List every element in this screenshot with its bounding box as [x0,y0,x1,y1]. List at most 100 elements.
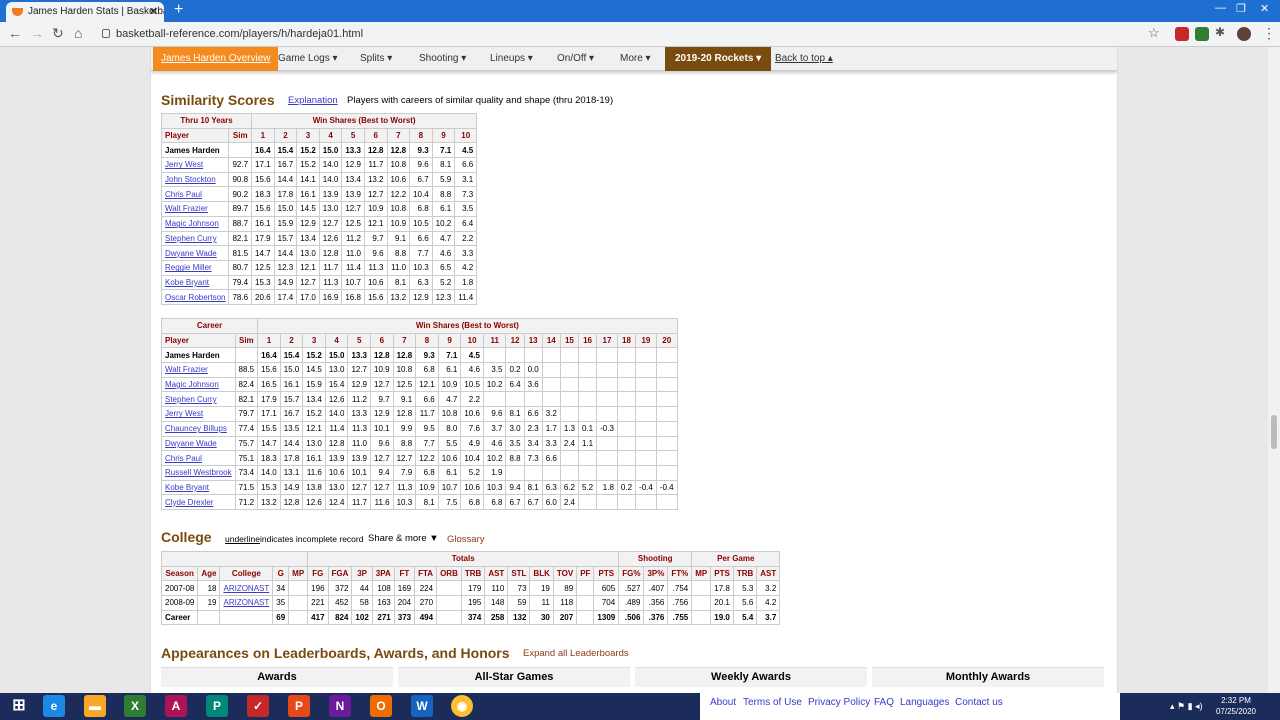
chrome-icon[interactable]: ◉ [451,695,473,717]
column-header[interactable]: 5 [347,332,372,349]
column-header[interactable]: 8 [409,127,433,144]
column-header[interactable]: PF [576,565,595,582]
nav-lineups[interactable]: Lineups ▾ [490,47,533,71]
column-header[interactable]: 3 [296,127,320,144]
word-icon[interactable]: W [411,695,433,717]
back-icon[interactable]: ← [8,25,22,41]
column-header[interactable]: FTA [414,565,438,582]
column-header[interactable]: 9 [437,332,462,349]
college-link[interactable]: ARIZONAST [219,580,274,597]
column-header[interactable]: 18 [616,332,637,349]
explanation-link[interactable]: Explanation [288,95,338,106]
column-header[interactable]: Season [160,565,199,582]
player-link[interactable]: Dwyane Wade [160,245,230,261]
nav-team[interactable]: 2019-20 Rockets ▾ [665,47,772,71]
column-header[interactable]: 16 [577,332,598,349]
address-bar[interactable]: basketball-reference.com/players/h/harde… [100,25,1160,44]
player-link[interactable]: Jerry West [161,406,236,422]
player-link[interactable]: Russell Westbrook [161,464,236,481]
column-header[interactable]: Sim [234,332,259,349]
player-link[interactable]: Clyde Drexler [161,494,236,510]
column-header[interactable]: Sim [228,127,253,144]
column-header[interactable]: STL [507,565,531,582]
nav-splits[interactable]: Splits ▾ [360,47,392,71]
expand-leaderboards-link[interactable]: Expand all Leaderboards [523,648,629,659]
player-link[interactable]: Walt Frazier [161,362,236,378]
publisher-icon[interactable]: P [206,695,228,717]
column-header[interactable]: MP [691,565,712,582]
nav-onoff[interactable]: On/Off ▾ [557,47,594,71]
share-more-button[interactable]: Share & more ▼ [368,533,439,544]
college-link[interactable]: ARIZONAST [219,595,274,611]
column-header[interactable]: 4 [318,127,343,144]
menu-dots-icon[interactable]: ⋮ [1262,25,1276,42]
reload-icon[interactable]: ↻ [52,25,64,42]
player-link[interactable]: Jerry West [160,157,230,173]
player-link[interactable]: Stephen Curry [161,391,236,408]
player-link[interactable]: Magic Johnson [160,215,230,232]
new-tab-icon[interactable]: + [174,1,183,19]
column-header[interactable]: 3P% [643,565,669,582]
footer-faq[interactable]: FAQ [874,697,894,708]
player-link[interactable]: Chauncey Billups [161,420,236,437]
ie-icon[interactable]: e [43,695,65,717]
player-link[interactable]: Stephen Curry [160,230,230,247]
excel-icon[interactable]: X [124,695,146,717]
onenote-icon[interactable]: N [329,695,351,717]
profile-avatar-icon[interactable] [1237,27,1251,41]
access-icon[interactable]: A [165,695,187,717]
column-header[interactable]: 2 [273,127,298,144]
column-header[interactable]: TOV [552,565,578,582]
file-explorer-icon[interactable]: ▬ [84,695,106,717]
player-link[interactable]: Oscar Robertson [160,289,230,305]
adblock-extension-icon[interactable] [1175,27,1189,41]
home-icon[interactable]: ⌂ [74,25,82,41]
column-header[interactable]: 1 [257,332,281,349]
column-header[interactable]: FT% [667,565,693,582]
column-header[interactable]: 4 [324,332,349,349]
column-header[interactable]: ORB [436,565,462,582]
footer-languages[interactable]: Languages [900,697,950,708]
column-header[interactable]: TRB [732,565,758,582]
check-extension-icon[interactable] [1195,27,1209,41]
column-header[interactable]: 19 [635,332,657,349]
scrollbar-thumb[interactable] [1271,415,1277,449]
minimize-icon[interactable]: — [1215,2,1226,14]
forward-icon[interactable]: → [30,25,44,41]
monthly-awards-tab[interactable]: Monthly Awards [872,667,1104,687]
system-tray-icons[interactable]: ▴ ⚑ ▮ ◂) [1170,701,1203,712]
close-tab-icon[interactable]: ✕ [149,2,158,22]
glossary-link[interactable]: Glossary [447,534,484,545]
allstar-tab[interactable]: All-Star Games [398,667,630,687]
column-header[interactable]: PTS [710,565,734,582]
player-link[interactable]: John Stockton [160,171,230,188]
column-header[interactable]: 13 [523,332,543,349]
nav-overview[interactable]: James Harden Overview [153,47,279,71]
column-header[interactable]: 9 [431,127,456,144]
column-header[interactable]: 5 [341,127,365,144]
column-header[interactable]: 7 [386,127,411,144]
column-header[interactable]: 15 [559,332,579,349]
restore-icon[interactable]: ❐ [1236,2,1246,15]
player-link[interactable]: Chris Paul [161,450,236,466]
column-header[interactable]: 10 [454,127,478,144]
column-header[interactable]: 3 [302,332,326,349]
column-header[interactable]: 17 [596,332,618,349]
browser-tab[interactable]: James Harden Stats | Basketball-R ✕ [6,2,164,22]
column-header[interactable]: Player [160,127,230,144]
column-header[interactable]: 3PA [371,565,395,582]
column-header[interactable]: 8 [415,332,439,349]
red-app-icon[interactable]: ✓ [247,695,269,717]
player-link[interactable]: Magic Johnson [161,376,236,393]
player-link[interactable]: Dwyane Wade [161,435,236,452]
column-header[interactable]: 11 [482,332,507,349]
column-header[interactable]: College [219,565,274,582]
player-link[interactable]: Kobe Bryant [160,274,230,291]
column-header[interactable]: 2 [279,332,304,349]
column-header[interactable]: FGA [327,565,353,582]
column-header[interactable]: TRB [460,565,486,582]
player-link[interactable]: Kobe Bryant [161,479,236,496]
nav-game-logs[interactable]: Game Logs ▾ [278,47,338,71]
footer-contact[interactable]: Contact us [955,697,1003,708]
nav-more[interactable]: More ▾ [620,47,651,71]
